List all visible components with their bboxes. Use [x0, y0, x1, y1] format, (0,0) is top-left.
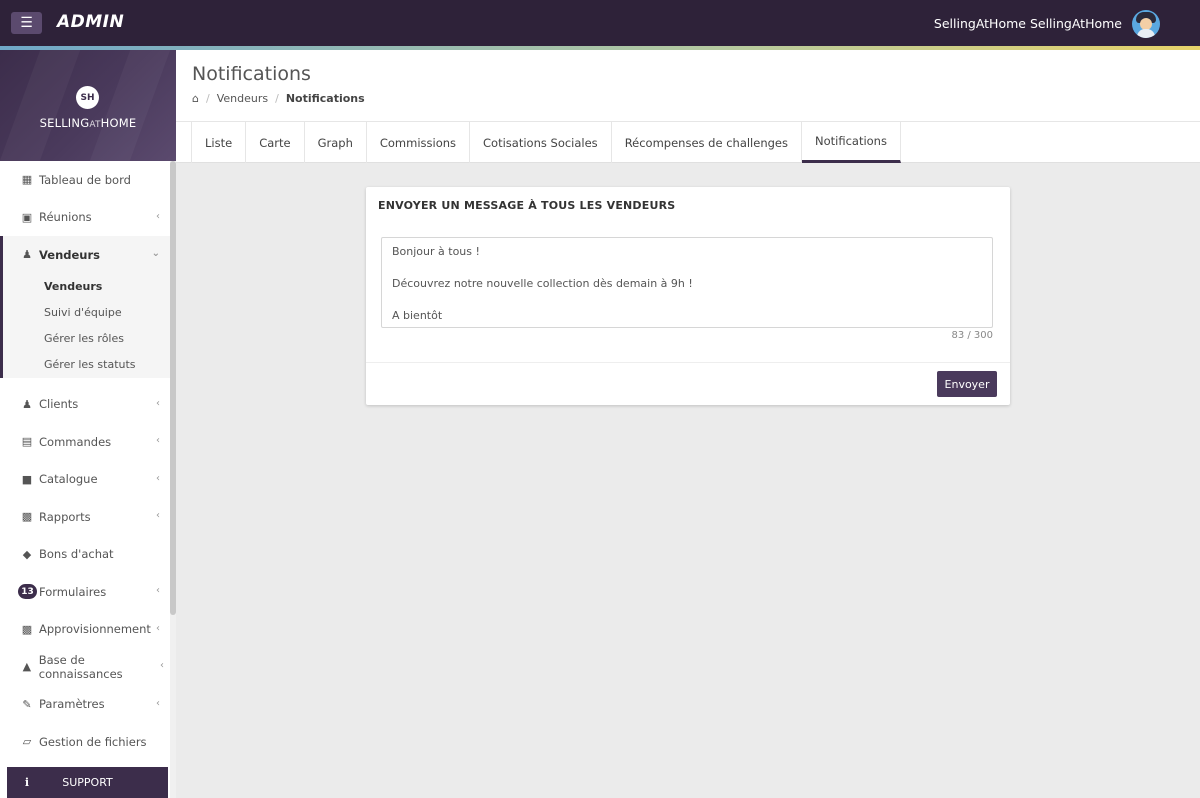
logo-text-selling: SELLING — [39, 116, 90, 130]
sidebar-item-label: Rapports — [39, 509, 91, 524]
page-header: Notifications ⌂ / Vendeurs / Notificatio… — [176, 50, 1200, 122]
tab-notifications[interactable]: Notifications — [801, 122, 901, 163]
sidebar-item-label: Approvisionnement — [39, 622, 151, 637]
chevron-left-icon: ‹ — [156, 510, 160, 521]
avatar[interactable] — [1132, 10, 1160, 38]
breadcrumb-current: Notifications — [285, 92, 365, 105]
users-icon: ♟ — [22, 248, 32, 262]
users-icon: ♟ — [22, 397, 32, 411]
sidebar-item-approvisionnement[interactable]: ▩ Approvisionnement ‹ — [0, 611, 170, 649]
tab-cotisations-sociales[interactable]: Cotisations Sociales — [470, 122, 612, 163]
sidebar-item-label: Base de connaissances — [38, 652, 123, 681]
sidebar-item-label: Catalogue — [39, 472, 98, 487]
tab-graph[interactable]: Graph — [305, 122, 367, 163]
tags-icon: ◆ — [22, 547, 32, 561]
chevron-left-icon: ‹ — [156, 622, 160, 634]
sidebar-item-label: Commandes — [39, 434, 112, 449]
sidebar-item-vendeurs[interactable]: ♟ Vendeurs ⌄ — [3, 236, 170, 274]
sidebar-scrollbar-thumb[interactable] — [170, 161, 176, 615]
breadcrumb-separator: / — [205, 92, 210, 105]
chevron-down-icon: ⌄ — [151, 248, 160, 259]
page-title: Notifications — [192, 63, 311, 85]
book-icon: ■ — [21, 472, 33, 486]
folder-open-icon: ▱ — [22, 735, 32, 749]
logo-panel: SH SELLINGATHOME — [0, 50, 176, 161]
hamburger-menu-button[interactable]: ☰ — [11, 12, 42, 34]
chevron-left-icon: ‹ — [156, 210, 160, 222]
tab-row: Liste Carte Graph Commissions Cotisation… — [191, 122, 901, 163]
formulaires-count-badge: 13 — [18, 584, 37, 599]
sidebar-item-label: Clients — [39, 397, 79, 412]
breadcrumb-vendeurs[interactable]: Vendeurs — [217, 92, 268, 105]
tab-bar: Liste Carte Graph Commissions Cotisation… — [176, 122, 1200, 163]
logo-text: SELLINGATHOME — [0, 116, 176, 130]
user-name[interactable]: SellingAtHome SellingAtHome — [934, 16, 1122, 31]
tab-recompenses-challenges[interactable]: Récompenses de challenges — [612, 122, 802, 163]
chevron-left-icon: ‹ — [156, 585, 160, 596]
tab-commissions[interactable]: Commissions — [367, 122, 471, 163]
sidebar-group-vendeurs: ♟ Vendeurs ⌄ Vendeurs Suivi d'équipe Gér… — [0, 236, 170, 378]
support-label: SUPPORT — [62, 776, 113, 789]
sidebar-subitem-gerer-roles[interactable]: Gérer les rôles — [3, 326, 170, 352]
app-brand: ADMIN — [57, 12, 125, 32]
chevron-left-icon: ‹ — [156, 472, 160, 484]
sidebar-subitem-gerer-statuts[interactable]: Gérer les statuts — [3, 352, 170, 378]
breadcrumb-separator: / — [275, 92, 279, 105]
sidebar-item-label: Tableau de bord — [39, 172, 131, 187]
top-bar: ☰ ADMIN SellingAtHome SellingAtHome — [0, 0, 1200, 46]
credit-card-icon: ▤ — [21, 435, 33, 449]
chevron-left-icon: ‹ — [156, 435, 160, 446]
logo-stripe — [89, 50, 171, 161]
logo-icon: SH — [76, 86, 99, 109]
sidebar-item-gestion-fichiers[interactable]: ▱ Gestion de fichiers — [0, 723, 170, 761]
support-button[interactable]: i SUPPORT — [7, 767, 168, 798]
dashboard-icon: ▦ — [21, 173, 33, 187]
sidebar-subitem-suivi-equipe[interactable]: Suivi d'équipe — [3, 300, 170, 326]
sidebar-item-label: Bons d'achat — [39, 547, 114, 562]
sidebar-item-rapports[interactable]: ▩ Rapports ‹ — [0, 498, 170, 536]
sidebar-subitem-vendeurs[interactable]: Vendeurs — [3, 274, 170, 300]
sidebar-item-bons-achat[interactable]: ◆ Bons d'achat — [0, 536, 170, 574]
bar-chart-icon: ▩ — [21, 510, 33, 524]
sidebar-item-commandes[interactable]: ▤ Commandes ‹ — [0, 423, 170, 461]
sidebar-item-label: Gestion de fichiers — [39, 734, 147, 749]
tab-carte[interactable]: Carte — [246, 122, 305, 163]
send-message-card: ENVOYER UN MESSAGE À TOUS LES VENDEURS B… — [366, 187, 1010, 405]
sidebar-item-formulaires[interactable]: 13 □ Formulaires ‹ — [0, 573, 170, 611]
home-icon[interactable]: ⌂ — [192, 92, 199, 105]
chevron-left-icon: ‹ — [156, 397, 160, 409]
sidebar-item-base-connaissances[interactable]: ▲ Base de connaissances ‹ — [0, 648, 170, 686]
sidebar: SH SELLINGATHOME ▦ Tableau de bord ▣ Réu… — [0, 50, 176, 798]
logo-text-at: AT — [89, 120, 101, 130]
logo-text-home: HOME — [100, 116, 137, 130]
card-title: ENVOYER UN MESSAGE À TOUS LES VENDEURS — [378, 199, 676, 212]
sidebar-nav: ▦ Tableau de bord ▣ Réunions ‹ ♟ Vendeur… — [0, 161, 170, 761]
sidebar-item-tableau-de-bord[interactable]: ▦ Tableau de bord — [0, 161, 170, 199]
tab-liste[interactable]: Liste — [192, 122, 247, 163]
wrench-icon: ✎ — [22, 697, 32, 711]
sidebar-item-catalogue[interactable]: ■ Catalogue ‹ — [0, 461, 170, 499]
card-divider — [366, 362, 1010, 363]
send-button[interactable]: Envoyer — [937, 371, 997, 397]
sidebar-item-label: Paramètres — [39, 697, 105, 712]
sidebar-item-label: Formulaires — [39, 584, 107, 599]
message-textarea[interactable]: Bonjour à tous ! Découvrez notre nouvell… — [381, 237, 993, 328]
hamburger-icon: ☰ — [20, 15, 33, 31]
industry-icon: ▩ — [21, 622, 33, 636]
avatar-body — [1137, 29, 1155, 38]
character-counter: 83 / 300 — [951, 330, 993, 341]
sidebar-item-parametres[interactable]: ✎ Paramètres ‹ — [0, 686, 170, 724]
sidebar-item-reunions[interactable]: ▣ Réunions ‹ — [0, 199, 170, 237]
sidebar-item-clients[interactable]: ♟ Clients ‹ — [0, 386, 170, 424]
chevron-left-icon: ‹ — [156, 697, 160, 709]
graduation-cap-icon: ▲ — [22, 660, 32, 674]
breadcrumb: ⌂ / Vendeurs / Notifications — [192, 92, 365, 105]
sidebar-item-label: Vendeurs — [39, 247, 100, 262]
calendar-icon: ▣ — [21, 210, 33, 224]
info-icon: i — [24, 776, 30, 789]
logo-stripe — [0, 50, 81, 161]
sidebar-item-label: Réunions — [39, 210, 92, 225]
chevron-left-icon: ‹ — [160, 660, 164, 671]
